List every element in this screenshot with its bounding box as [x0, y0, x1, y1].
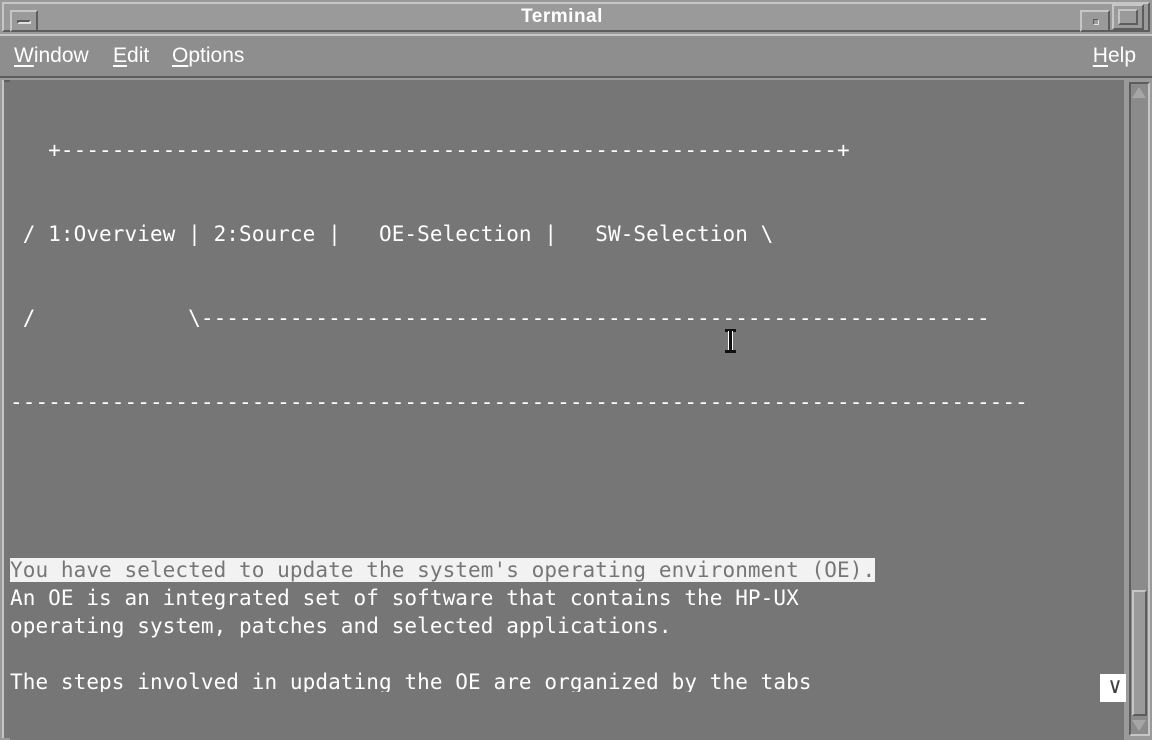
- vertical-scrollbar[interactable]: [1126, 80, 1152, 740]
- header-rule: ----------------------------------------…: [10, 390, 1028, 414]
- terminal-line: operating system, patches and selected a…: [10, 614, 672, 638]
- menu-window-mnemonic: W: [14, 44, 34, 67]
- menu-item-options[interactable]: Options: [172, 41, 244, 71]
- tab-row[interactable]: / 1:Overview | 2:Source | OE-Selection |…: [10, 220, 1124, 248]
- maximize-button[interactable]: [1112, 4, 1144, 30]
- ibeam-stem: [729, 331, 732, 351]
- menu-edit-mnemonic: E: [113, 44, 128, 67]
- menu-help-mnemonic: H: [1092, 44, 1108, 67]
- ibeam-bottom-bar: [725, 350, 736, 353]
- menu-item-edit[interactable]: Edit: [113, 41, 149, 71]
- tab-top-border: +---------------------------------------…: [10, 138, 850, 162]
- menu-edit-label: dit: [127, 44, 150, 67]
- ibeam-cursor: [725, 329, 736, 353]
- scrollbar-thumb[interactable]: [1132, 590, 1147, 716]
- menu-help-label: elp: [1107, 44, 1136, 67]
- restore-icon: [1093, 19, 1099, 25]
- terminal-window: Terminal Window Edit Options Help +-----…: [0, 0, 1152, 740]
- restore-button[interactable]: [1080, 10, 1110, 32]
- menu-options-label: ptions: [188, 44, 245, 67]
- terminal-line: You have selected to update the system's…: [10, 556, 1124, 584]
- minimize-button[interactable]: [10, 10, 38, 32]
- title-bar: Terminal: [0, 0, 1152, 34]
- tab-bottom-border: / \-------------------------------------…: [10, 306, 990, 330]
- maximize-icon: [1118, 9, 1138, 25]
- scroll-up-arrow-icon[interactable]: [1131, 85, 1148, 101]
- spacer-row: [10, 472, 1124, 500]
- highlighted-line: You have selected to update the system's…: [10, 558, 876, 582]
- terminal-screen[interactable]: +---------------------------------------…: [10, 80, 1124, 740]
- minimize-icon: [17, 20, 31, 24]
- terminal-line: An OE is an integrated set of software t…: [10, 586, 799, 610]
- menu-window-label: indow: [33, 44, 89, 67]
- scrollbar-trough[interactable]: [1129, 82, 1150, 736]
- menu-bar: Window Edit Options Help: [0, 34, 1152, 78]
- menu-item-help[interactable]: Help: [1093, 41, 1136, 71]
- terminal-footer: ----------------------------------------…: [10, 692, 1124, 740]
- menu-options-mnemonic: O: [172, 44, 189, 67]
- window-title: Terminal: [521, 6, 603, 27]
- menu-item-window[interactable]: Window: [14, 41, 89, 71]
- scroll-down-arrow-icon[interactable]: [1131, 717, 1148, 733]
- title-bar-frame: Terminal: [2, 2, 1150, 32]
